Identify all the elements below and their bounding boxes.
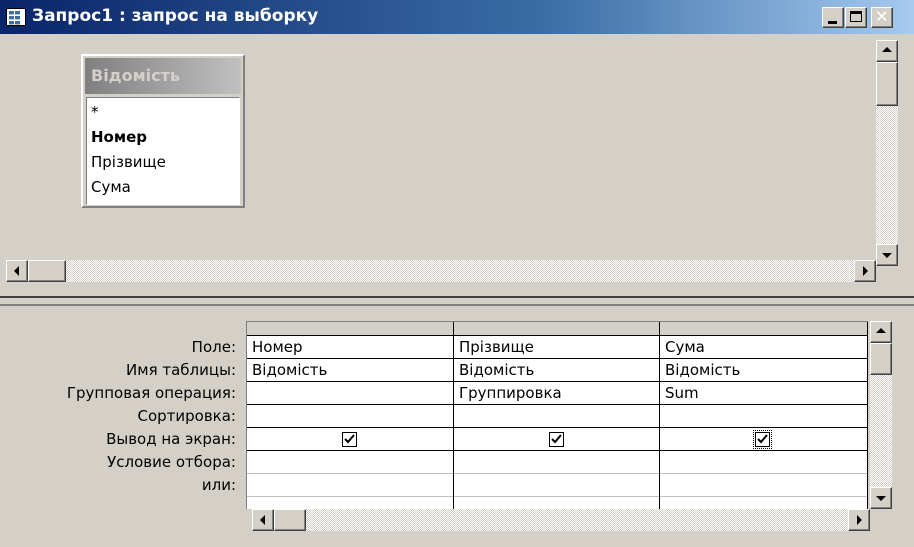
grid-column[interactable]: Прізвище Відомість Группировка xyxy=(454,322,660,509)
row-label-criteria: Условие отбора: xyxy=(107,453,236,471)
criteria-cell[interactable] xyxy=(454,451,659,474)
design-grid[interactable]: Номер Відомість Прізвище Відомість Групп… xyxy=(246,321,868,509)
sort-cell[interactable] xyxy=(660,405,867,428)
row-label-group: Групповая операция: xyxy=(66,384,236,402)
field-cell[interactable]: Сума xyxy=(660,336,867,359)
field-cell[interactable]: Прізвище xyxy=(454,336,659,359)
table-area[interactable]: Відомість * Номер Прізвище Сума xyxy=(0,34,914,294)
field-list-item-suma[interactable]: Сума xyxy=(91,175,235,200)
arrow-left-icon xyxy=(14,266,19,276)
grid-row-labels: Поле: Имя таблицы: Групповая операция: С… xyxy=(0,336,236,497)
arrow-down-icon xyxy=(882,253,892,258)
group-cell[interactable] xyxy=(247,382,453,405)
upper-horizontal-thumb[interactable] xyxy=(28,260,66,282)
minimize-icon xyxy=(828,21,837,24)
field-list[interactable]: * Номер Прізвище Сума xyxy=(86,97,240,205)
arrow-up-icon xyxy=(882,47,892,52)
arrow-up-icon xyxy=(876,328,886,333)
upper-scroll-left-button[interactable] xyxy=(6,260,28,282)
query-window-icon[interactable] xyxy=(6,8,26,26)
table-cell[interactable]: Відомість xyxy=(454,359,659,382)
row-label-sort: Сортировка: xyxy=(137,407,236,425)
pane-splitter[interactable] xyxy=(0,296,914,306)
design-grid-area: Поле: Имя таблицы: Групповая операция: С… xyxy=(0,306,914,547)
column-selector[interactable] xyxy=(454,322,659,336)
show-cell[interactable] xyxy=(247,428,453,451)
upper-vertical-thumb[interactable] xyxy=(876,62,898,106)
group-cell[interactable]: Sum xyxy=(660,382,867,405)
minimize-button[interactable] xyxy=(822,7,844,28)
grid-horizontal-thumb[interactable] xyxy=(274,509,306,531)
or-cell[interactable] xyxy=(454,474,659,497)
column-selector[interactable] xyxy=(660,322,867,336)
grid-scroll-left-button[interactable] xyxy=(252,509,274,531)
arrow-left-icon xyxy=(260,515,265,525)
close-button[interactable]: ✕ xyxy=(871,7,893,28)
maximize-button[interactable] xyxy=(845,7,867,28)
upper-scroll-down-button[interactable] xyxy=(876,244,898,266)
show-checkbox[interactable] xyxy=(753,430,772,449)
or-cell[interactable] xyxy=(247,474,453,497)
show-cell[interactable] xyxy=(454,428,659,451)
show-cell[interactable] xyxy=(660,428,867,451)
table-cell[interactable]: Відомість xyxy=(660,359,867,382)
close-icon: ✕ xyxy=(875,7,889,26)
show-checkbox[interactable] xyxy=(342,432,357,447)
sort-cell[interactable] xyxy=(247,405,453,428)
window-title: Запрос1 : запрос на выборку xyxy=(32,6,319,26)
row-label-table: Имя таблицы: xyxy=(126,361,236,379)
arrow-right-icon xyxy=(857,515,862,525)
field-list-item-prizvyshche[interactable]: Прізвище xyxy=(91,150,235,175)
row-label-field: Поле: xyxy=(191,338,236,356)
grid-scroll-right-button[interactable] xyxy=(848,509,870,531)
grid-scroll-up-button[interactable] xyxy=(870,321,892,343)
column-selector[interactable] xyxy=(247,322,453,336)
arrow-down-icon xyxy=(876,496,886,501)
show-checkbox[interactable] xyxy=(549,432,564,447)
sort-cell[interactable] xyxy=(454,405,659,428)
field-list-item-nomer[interactable]: Номер xyxy=(91,125,235,150)
group-cell[interactable]: Группировка xyxy=(454,382,659,405)
maximize-icon xyxy=(850,11,862,22)
arrow-right-icon xyxy=(863,266,868,276)
grid-horizontal-scrollbar[interactable] xyxy=(252,509,870,531)
field-cell[interactable]: Номер xyxy=(247,336,453,359)
grid-column[interactable]: Сума Відомість Sum xyxy=(660,322,868,509)
grid-vertical-thumb[interactable] xyxy=(870,343,892,375)
upper-horizontal-scrollbar[interactable] xyxy=(6,260,876,282)
or-cell[interactable] xyxy=(660,474,867,497)
upper-vertical-scrollbar[interactable] xyxy=(876,40,898,266)
row-label-or: или: xyxy=(201,476,236,494)
criteria-cell[interactable] xyxy=(247,451,453,474)
row-label-show: Вывод на экран: xyxy=(106,430,236,448)
field-list-title[interactable]: Відомість xyxy=(85,58,241,94)
field-list-item-all[interactable]: * xyxy=(91,100,235,125)
grid-vertical-scrollbar[interactable] xyxy=(870,321,892,509)
title-bar[interactable]: Запрос1 : запрос на выборку ✕ xyxy=(0,0,914,34)
upper-scroll-up-button[interactable] xyxy=(876,40,898,62)
field-list-window[interactable]: Відомість * Номер Прізвище Сума xyxy=(81,54,245,208)
table-cell[interactable]: Відомість xyxy=(247,359,453,382)
upper-scroll-right-button[interactable] xyxy=(854,260,876,282)
grid-scroll-down-button[interactable] xyxy=(870,487,892,509)
criteria-cell[interactable] xyxy=(660,451,867,474)
query-window: Запрос1 : запрос на выборку ✕ Відомість … xyxy=(0,0,914,547)
grid-column[interactable]: Номер Відомість xyxy=(247,322,454,509)
